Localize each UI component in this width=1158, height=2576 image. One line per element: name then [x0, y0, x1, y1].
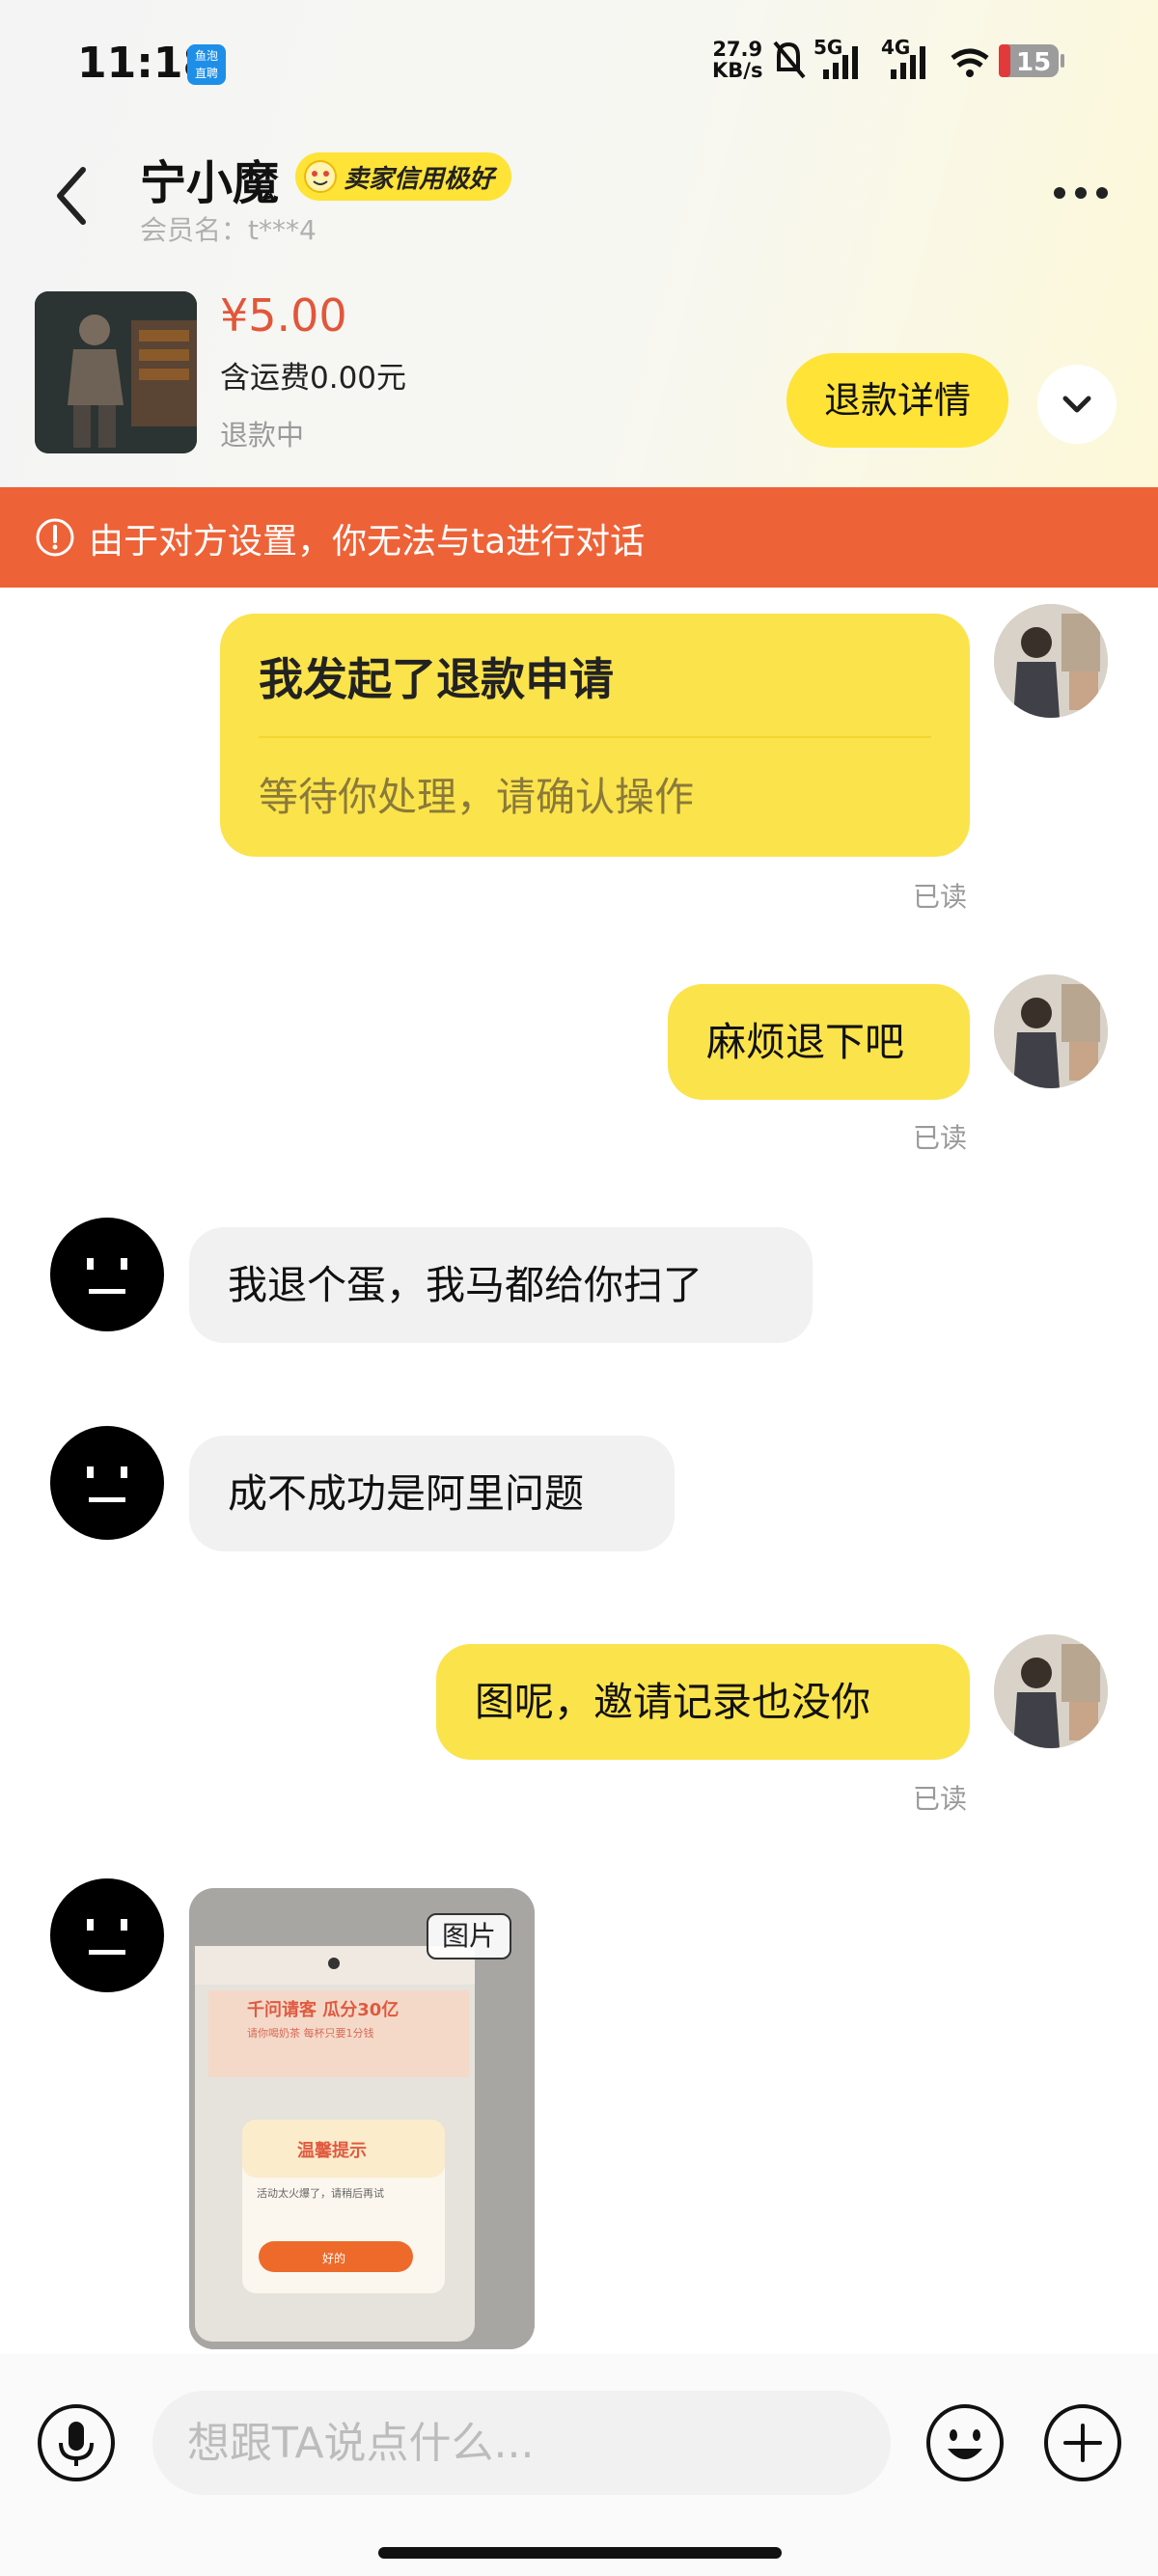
signal-label-4g: 4G [881, 37, 910, 59]
contact-avatar[interactable] [50, 1218, 164, 1331]
app-badge-line-1: 鱼泡 [194, 49, 218, 63]
microphone-icon[interactable] [36, 2402, 117, 2483]
my-avatar-photo [994, 1634, 1108, 1748]
product-thumbnail[interactable] [35, 291, 197, 453]
member-name: 会员名：t***4 [140, 214, 317, 246]
info-circle-icon [36, 518, 74, 557]
contact-avatar[interactable] [50, 1878, 164, 1992]
seller-credit-badge: 卖家信用极好 [295, 152, 512, 201]
message-bubble-other[interactable]: 我退个蛋，我马都给你扫了 [189, 1227, 813, 1343]
order-status: 退款中 [220, 419, 305, 452]
plus-icon[interactable] [1042, 2402, 1123, 2483]
battery-icon: 15 [999, 44, 1064, 77]
my-avatar-photo [994, 974, 1108, 1088]
wifi-icon [951, 48, 989, 77]
read-receipt: 已读 [913, 881, 968, 913]
message-bubble-me[interactable]: 麻烦退下吧 [668, 984, 970, 1100]
contact-name[interactable]: 宁小魔 [140, 145, 279, 212]
my-avatar[interactable] [994, 974, 1108, 1088]
product-price: ¥5.00 [220, 289, 347, 342]
network-speed-value: 27.9 [712, 38, 763, 61]
image-tag: 图片 [427, 1913, 512, 1959]
battery-level: 15 [1016, 48, 1051, 77]
product-game-character-image [35, 291, 197, 453]
photo-dialog-button: 好的 [322, 2251, 345, 2265]
refund-card-subtitle: 等待你处理，请确认操作 [259, 774, 694, 820]
app-badge-line-2: 直聘 [194, 67, 218, 80]
warning-banner-text: 由于对方设置，你无法与ta进行对话 [89, 522, 646, 562]
read-receipt: 已读 [913, 1122, 968, 1154]
neutral-face-icon [87, 1258, 127, 1294]
read-receipt: 已读 [913, 1783, 968, 1815]
refund-card-title: 我发起了退款申请 [259, 653, 614, 705]
my-avatar-photo [994, 604, 1108, 718]
status-icons: 5G 4G 15 [773, 37, 1064, 79]
message-input[interactable] [152, 2391, 891, 2495]
home-indicator[interactable] [378, 2547, 782, 2559]
seller-credit-label: 卖家信用极好 [344, 164, 495, 194]
my-avatar[interactable] [994, 1634, 1108, 1748]
network-speed-unit: KB/s [712, 59, 763, 82]
neutral-face-icon [87, 1466, 127, 1502]
photo-dialog-text: 活动太火爆了，请稍后再试 [257, 2186, 384, 2200]
app-badge-icon: 鱼泡 直聘 [187, 44, 226, 85]
emoji-icon[interactable] [924, 2402, 1006, 2483]
message-bubble-other[interactable]: 成不成功是阿里问题 [189, 1436, 675, 1551]
my-avatar[interactable] [994, 604, 1108, 718]
mute-bell-icon [773, 41, 806, 79]
photo-dialog-title: 温馨提示 [297, 2140, 367, 2161]
contact-avatar[interactable] [50, 1426, 164, 1540]
more-dots-icon[interactable] [1047, 174, 1115, 212]
back-arrow-icon[interactable] [48, 162, 96, 230]
neutral-face-icon [87, 1919, 127, 1955]
refund-card-divider [259, 736, 931, 738]
shipping-fee: 含运费0.00元 [220, 361, 407, 396]
smile-face-icon [304, 160, 337, 193]
refund-details-button[interactable]: 退款详情 [786, 353, 1008, 448]
photo-headline: 千问请客 瓜分30亿 [247, 1999, 399, 2020]
signal-label-5g: 5G [813, 37, 842, 59]
network-speed: 27.9 KB/s [712, 39, 762, 81]
chevron-down-icon[interactable] [1037, 365, 1117, 444]
photo-subline: 请你喝奶茶 每杯只要1分钱 [247, 2026, 374, 2040]
message-bubble-me[interactable]: 图呢，邀请记录也没你 [436, 1644, 970, 1760]
